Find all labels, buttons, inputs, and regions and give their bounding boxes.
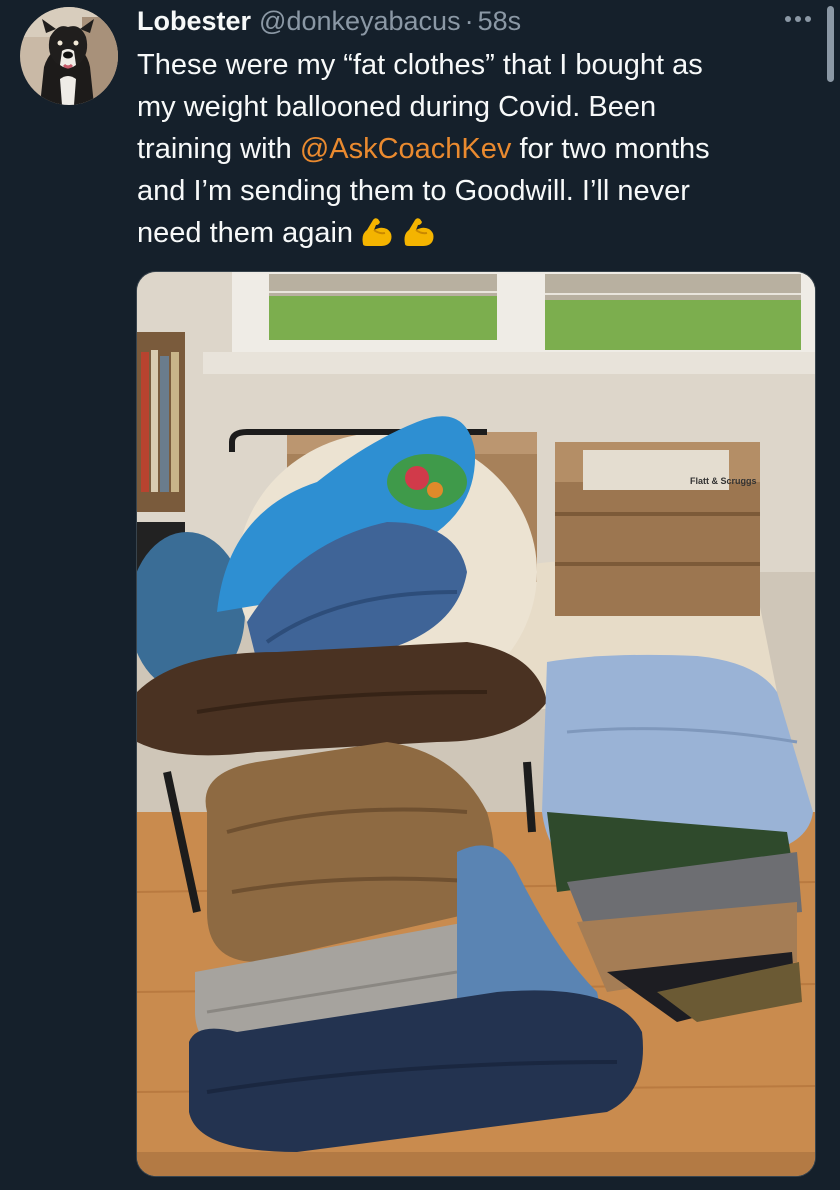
tweet-text-line: my weight ballooned during Covid. Been — [137, 91, 657, 123]
user-handle[interactable]: @donkeyabacus — [259, 4, 461, 38]
tweet-text-segment: for two months — [511, 133, 710, 165]
tweet-header: Lobester @donkeyabacus · 58s — [137, 4, 521, 38]
tweet-text-segment: training with — [137, 133, 300, 165]
tweet-text-line: need them again — [137, 212, 807, 260]
display-name[interactable]: Lobester — [137, 4, 251, 38]
tweet-text-line: These were my “fat clothes” that I bough… — [137, 49, 703, 81]
scrollbar-thumb[interactable] — [827, 6, 834, 82]
dog-avatar-image — [20, 7, 118, 105]
separator-dot: · — [464, 6, 474, 36]
tweet: Lobester @donkeyabacus · 58s These were … — [0, 0, 840, 1190]
crate-label-text: Flatt & Scruggs — [690, 476, 757, 486]
tweet-text-line: and I’m sending them to Goodwill. I’ll n… — [137, 175, 690, 207]
clothes-photo: Flatt & Scruggs — [137, 272, 815, 1176]
tweet-text-line: training with @AskCoachKev for two month… — [137, 128, 807, 170]
tweet-photo[interactable]: Flatt & Scruggs — [136, 271, 816, 1177]
avatar[interactable] — [20, 7, 118, 105]
tweet-text: These were my “fat clothes” that I bough… — [137, 44, 807, 260]
mention-link[interactable]: @AskCoachKev — [300, 133, 512, 165]
timestamp[interactable]: 58s — [478, 4, 522, 38]
flexed-biceps-icon — [401, 216, 437, 260]
flexed-biceps-icon — [359, 216, 395, 260]
more-options-icon[interactable] — [778, 6, 818, 32]
tweet-text-segment: need them again — [137, 217, 354, 249]
